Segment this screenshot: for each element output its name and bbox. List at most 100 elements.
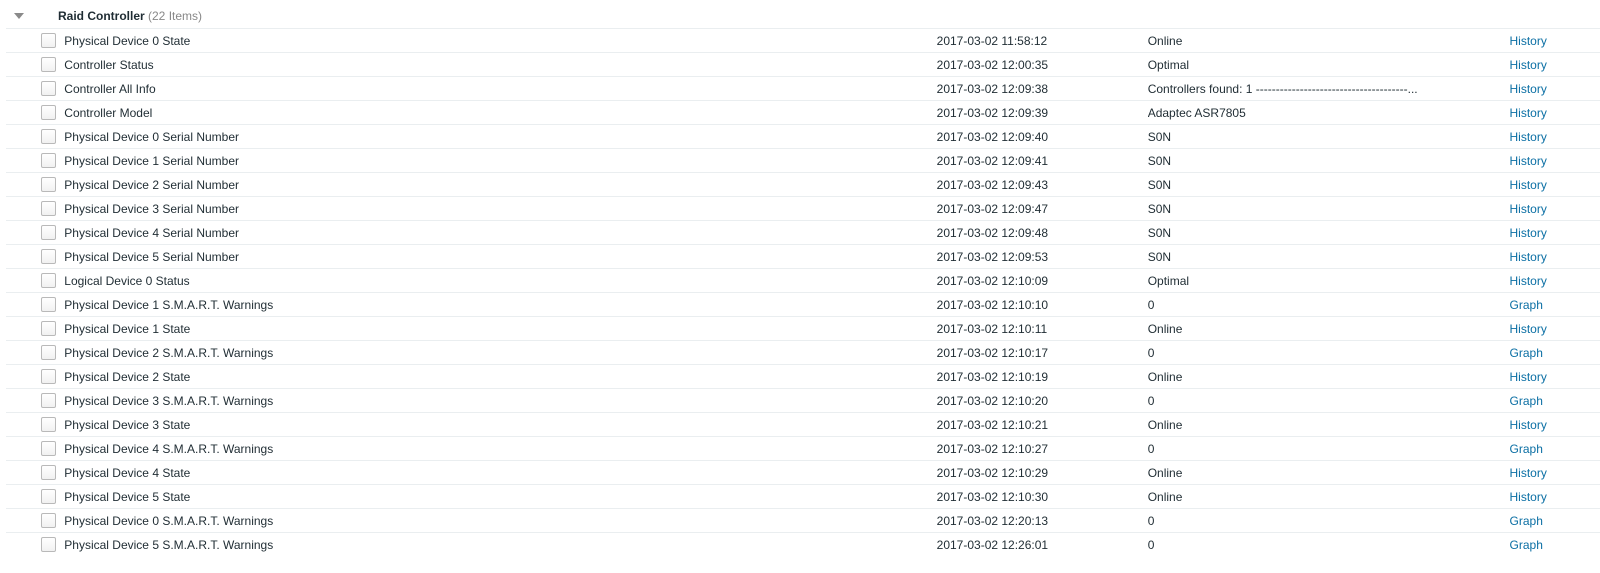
row-checkbox[interactable] <box>41 33 56 48</box>
table-row: Controller Model2017-03-02 12:09:39Adapt… <box>6 101 1600 125</box>
item-timestamp: 2017-03-02 12:09:48 <box>937 221 1148 245</box>
item-timestamp: 2017-03-02 12:09:53 <box>937 245 1148 269</box>
history-link[interactable]: History <box>1510 34 1547 48</box>
page: Raid Controller (22 Items) Physical Devi… <box>0 0 1600 559</box>
history-link[interactable]: History <box>1510 226 1547 240</box>
history-link[interactable]: History <box>1510 490 1547 504</box>
history-link[interactable]: History <box>1510 58 1547 72</box>
item-name: Physical Device 2 Serial Number <box>62 173 936 197</box>
history-link[interactable]: History <box>1510 202 1547 216</box>
row-checkbox[interactable] <box>41 417 56 432</box>
item-timestamp: 2017-03-02 12:10:17 <box>937 341 1148 365</box>
row-checkbox[interactable] <box>41 297 56 312</box>
history-link[interactable]: History <box>1510 130 1547 144</box>
row-checkbox[interactable] <box>41 105 56 120</box>
row-checkbox[interactable] <box>41 513 56 528</box>
item-timestamp: 2017-03-02 12:10:27 <box>937 437 1148 461</box>
item-timestamp: 2017-03-02 12:10:19 <box>937 365 1148 389</box>
row-checkbox[interactable] <box>41 81 56 96</box>
item-name: Logical Device 0 Status <box>62 269 936 293</box>
item-value: Online <box>1148 317 1510 341</box>
item-value: S0N <box>1148 245 1510 269</box>
item-value: 0 <box>1148 533 1510 557</box>
item-value: S0N <box>1148 197 1510 221</box>
table-row: Physical Device 1 S.M.A.R.T. Warnings201… <box>6 293 1600 317</box>
history-link[interactable]: History <box>1510 466 1547 480</box>
history-link[interactable]: History <box>1510 322 1547 336</box>
item-name: Physical Device 3 Serial Number <box>62 197 936 221</box>
row-checkbox[interactable] <box>41 369 56 384</box>
item-timestamp: 2017-03-02 12:00:35 <box>937 53 1148 77</box>
table-row: Physical Device 0 Serial Number2017-03-0… <box>6 125 1600 149</box>
group-header: Raid Controller (22 Items) <box>6 4 1600 28</box>
graph-link[interactable]: Graph <box>1510 394 1543 408</box>
graph-link[interactable]: Graph <box>1510 298 1543 312</box>
history-link[interactable]: History <box>1510 274 1547 288</box>
history-link[interactable]: History <box>1510 418 1547 432</box>
graph-link[interactable]: Graph <box>1510 514 1543 528</box>
item-timestamp: 2017-03-02 12:10:09 <box>937 269 1148 293</box>
row-checkbox[interactable] <box>41 489 56 504</box>
graph-link[interactable]: Graph <box>1510 442 1543 456</box>
row-checkbox[interactable] <box>41 129 56 144</box>
row-checkbox[interactable] <box>41 321 56 336</box>
item-value: 0 <box>1148 437 1510 461</box>
row-checkbox[interactable] <box>41 225 56 240</box>
history-link[interactable]: History <box>1510 82 1547 96</box>
item-value: S0N <box>1148 221 1510 245</box>
item-timestamp: 2017-03-02 12:10:10 <box>937 293 1148 317</box>
graph-link[interactable]: Graph <box>1510 346 1543 360</box>
item-name: Physical Device 0 State <box>62 29 936 53</box>
history-link[interactable]: History <box>1510 250 1547 264</box>
row-checkbox[interactable] <box>41 201 56 216</box>
item-value: S0N <box>1148 125 1510 149</box>
item-name: Controller All Info <box>62 77 936 101</box>
row-checkbox[interactable] <box>41 57 56 72</box>
history-link[interactable]: History <box>1510 154 1547 168</box>
history-link[interactable]: History <box>1510 106 1547 120</box>
item-name: Physical Device 4 State <box>62 461 936 485</box>
item-timestamp: 2017-03-02 12:09:39 <box>937 101 1148 125</box>
item-timestamp: 2017-03-02 12:20:13 <box>937 509 1148 533</box>
table-row: Physical Device 4 State2017-03-02 12:10:… <box>6 461 1600 485</box>
item-name: Physical Device 5 State <box>62 485 936 509</box>
row-checkbox[interactable] <box>41 441 56 456</box>
row-checkbox[interactable] <box>41 273 56 288</box>
item-value: Adaptec ASR7805 <box>1148 101 1510 125</box>
item-name: Physical Device 2 S.M.A.R.T. Warnings <box>62 341 936 365</box>
item-name: Physical Device 3 S.M.A.R.T. Warnings <box>62 389 936 413</box>
item-name: Physical Device 4 Serial Number <box>62 221 936 245</box>
item-value: S0N <box>1148 149 1510 173</box>
graph-link[interactable]: Graph <box>1510 538 1543 552</box>
item-name: Physical Device 4 S.M.A.R.T. Warnings <box>62 437 936 461</box>
item-timestamp: 2017-03-02 12:09:38 <box>937 77 1148 101</box>
table-row: Logical Device 0 Status2017-03-02 12:10:… <box>6 269 1600 293</box>
item-value: 0 <box>1148 509 1510 533</box>
history-link[interactable]: History <box>1510 370 1547 384</box>
table-row: Physical Device 1 State2017-03-02 12:10:… <box>6 317 1600 341</box>
item-value: Online <box>1148 461 1510 485</box>
item-name: Physical Device 0 S.M.A.R.T. Warnings <box>62 509 936 533</box>
row-checkbox[interactable] <box>41 177 56 192</box>
group-title: Raid Controller (22 Items) <box>58 9 202 23</box>
item-name: Physical Device 5 S.M.A.R.T. Warnings <box>62 533 936 557</box>
collapse-arrow-icon[interactable] <box>14 13 24 19</box>
history-link[interactable]: History <box>1510 178 1547 192</box>
item-value: Online <box>1148 365 1510 389</box>
row-checkbox[interactable] <box>41 345 56 360</box>
table-row: Physical Device 3 State2017-03-02 12:10:… <box>6 413 1600 437</box>
table-row: Physical Device 2 S.M.A.R.T. Warnings201… <box>6 341 1600 365</box>
row-checkbox[interactable] <box>41 153 56 168</box>
row-checkbox[interactable] <box>41 465 56 480</box>
item-name: Physical Device 1 S.M.A.R.T. Warnings <box>62 293 936 317</box>
table-row: Physical Device 5 S.M.A.R.T. Warnings201… <box>6 533 1600 557</box>
item-value: S0N <box>1148 173 1510 197</box>
table-row: Physical Device 2 State2017-03-02 12:10:… <box>6 365 1600 389</box>
row-checkbox[interactable] <box>41 393 56 408</box>
item-name: Physical Device 3 State <box>62 413 936 437</box>
row-checkbox[interactable] <box>41 537 56 552</box>
item-name: Physical Device 5 Serial Number <box>62 245 936 269</box>
row-checkbox[interactable] <box>41 249 56 264</box>
item-value: Controllers found: 1 -------------------… <box>1148 77 1510 101</box>
item-timestamp: 2017-03-02 12:09:41 <box>937 149 1148 173</box>
